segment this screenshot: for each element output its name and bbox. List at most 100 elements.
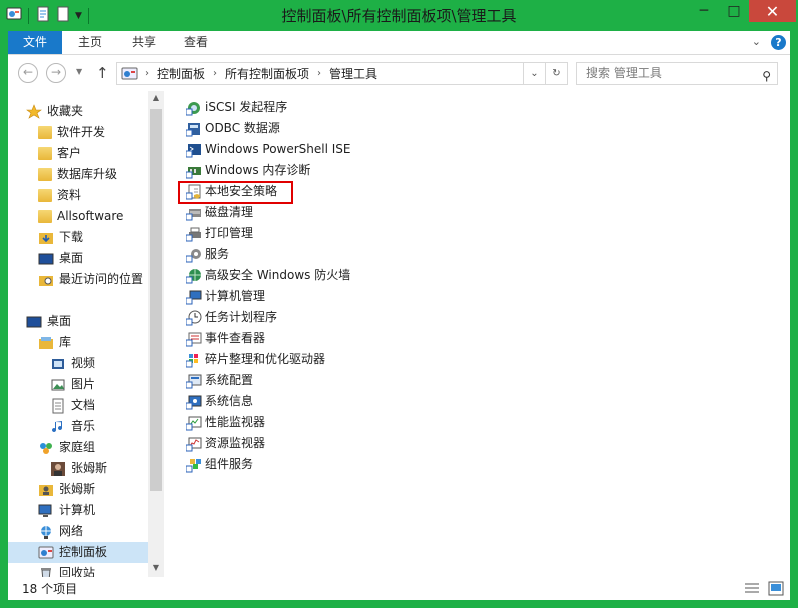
nav-tree-item[interactable]: 文档 bbox=[50, 395, 95, 416]
breadcrumb-arrow-icon[interactable]: › bbox=[141, 68, 153, 79]
defrag-shortcut-icon bbox=[185, 352, 202, 368]
nav-tree-item[interactable]: 家庭组 bbox=[38, 437, 95, 458]
status-bar: 18 个项目 bbox=[8, 577, 790, 600]
breadcrumb-admin-tools[interactable]: 管理工具 bbox=[325, 65, 381, 82]
list-item[interactable]: 打印管理 bbox=[185, 223, 253, 244]
highlight-box bbox=[178, 181, 293, 204]
scroll-up-arrow-icon[interactable]: ▲ bbox=[151, 93, 161, 102]
help-icon[interactable]: ? bbox=[771, 35, 786, 50]
scrollbar-thumb[interactable] bbox=[150, 109, 162, 491]
nav-tree-item[interactable]: 图片 bbox=[50, 374, 95, 395]
window-controls: ─ □ ✕ bbox=[689, 0, 796, 22]
recent-places-icon bbox=[38, 272, 54, 288]
list-item[interactable]: 系统配置 bbox=[185, 370, 254, 391]
large-icons-view-icon[interactable] bbox=[768, 581, 784, 596]
nav-favorite-item[interactable]: 客户 bbox=[38, 143, 81, 164]
nav-label: 收藏夹 bbox=[47, 104, 84, 118]
address-bar[interactable]: › 控制面板 › 所有控制面板项 › 管理工具 ⌄ ↻ bbox=[116, 62, 568, 85]
nav-desktop[interactable]: 桌面 bbox=[26, 311, 71, 332]
list-item[interactable]: 计算机管理 bbox=[185, 286, 265, 307]
item-label: 系统配置 bbox=[205, 373, 254, 387]
list-item[interactable]: 组件服务 bbox=[185, 454, 254, 475]
nav-tree-item[interactable]: 视频 bbox=[50, 353, 95, 374]
nav-label: 桌面 bbox=[59, 251, 84, 265]
list-item[interactable]: 性能监视器 bbox=[185, 412, 266, 433]
list-item[interactable]: Windows PowerShell ISE bbox=[185, 139, 351, 160]
nav-favorite-item[interactable]: 软件开发 bbox=[38, 122, 105, 143]
minimize-button[interactable]: ─ bbox=[689, 0, 719, 22]
item-label: 性能监视器 bbox=[205, 415, 266, 429]
address-bar-controls: ⌄ ↻ bbox=[523, 63, 567, 84]
nav-tree-item-selected[interactable]: 控制面板 bbox=[8, 542, 148, 563]
nav-favorite-item[interactable]: 最近访问的位置 bbox=[38, 269, 143, 290]
nav-favorite-item[interactable]: 资料 bbox=[38, 185, 81, 206]
tab-file[interactable]: 文件 bbox=[8, 31, 62, 54]
window-title: 控制面板\所有控制面板项\管理工具 bbox=[281, 7, 517, 25]
details-view-icon[interactable] bbox=[744, 581, 760, 596]
item-label: Windows PowerShell ISE bbox=[205, 142, 351, 156]
ribbon-right-controls: ⌄ ? bbox=[752, 35, 786, 50]
nav-tree-item[interactable]: 计算机 bbox=[38, 500, 95, 521]
expand-ribbon-chevron-icon[interactable]: ⌄ bbox=[752, 35, 761, 50]
nav-favorite-item[interactable]: 桌面 bbox=[38, 248, 83, 269]
nav-label: 数据库升级 bbox=[57, 167, 118, 181]
scroll-down-arrow-icon[interactable]: ▼ bbox=[151, 563, 161, 572]
list-item[interactable]: ODBC 数据源 bbox=[185, 118, 280, 139]
odbc-shortcut-icon bbox=[185, 121, 202, 137]
forward-button[interactable]: → bbox=[46, 63, 66, 83]
nav-favorites[interactable]: 收藏夹 bbox=[26, 101, 83, 122]
nav-tree-item[interactable]: 网络 bbox=[38, 521, 83, 542]
title-bar[interactable]: ▼ 控制面板\所有控制面板项\管理工具 ─ □ ✕ bbox=[0, 0, 798, 31]
list-item[interactable]: 事件查看器 bbox=[185, 328, 265, 349]
up-arrow-icon[interactable]: ↑ bbox=[96, 64, 109, 82]
nav-tree-item[interactable]: 张姆斯 bbox=[38, 479, 95, 500]
music-icon bbox=[50, 419, 66, 435]
list-item[interactable]: 资源监视器 bbox=[185, 433, 265, 454]
nav-tree-item[interactable]: 库 bbox=[38, 332, 71, 353]
list-item[interactable]: 任务计划程序 bbox=[185, 307, 278, 328]
list-item[interactable]: Windows 内存诊断 bbox=[185, 160, 310, 181]
list-item[interactable]: 高级安全 Windows 防火墙 bbox=[185, 265, 350, 286]
breadcrumb-arrow-icon[interactable]: › bbox=[209, 68, 221, 79]
tab-home[interactable]: 主页 bbox=[66, 31, 114, 54]
item-label: 磁盘清理 bbox=[205, 205, 254, 219]
folder-icon bbox=[38, 210, 52, 223]
recent-locations-chevron-icon[interactable]: ▼ bbox=[76, 67, 82, 76]
list-item[interactable]: 磁盘清理 bbox=[185, 202, 254, 223]
nav-tree-item[interactable]: 音乐 bbox=[50, 416, 95, 437]
close-button[interactable]: ✕ bbox=[749, 0, 796, 22]
tab-view[interactable]: 查看 bbox=[172, 31, 220, 54]
network-icon bbox=[38, 524, 54, 540]
video-icon bbox=[50, 356, 66, 372]
list-item[interactable]: 系统信息 bbox=[185, 391, 253, 412]
list-item[interactable]: 碎片整理和优化驱动器 bbox=[185, 349, 325, 370]
breadcrumb-all-items[interactable]: 所有控制面板项 bbox=[221, 65, 313, 82]
maximize-button[interactable]: □ bbox=[719, 0, 749, 22]
nav-label: 图片 bbox=[71, 377, 96, 391]
item-label: 组件服务 bbox=[205, 457, 254, 471]
search-placeholder: 搜索 管理工具 bbox=[586, 66, 662, 80]
nav-favorite-item[interactable]: 数据库升级 bbox=[38, 164, 117, 185]
nav-tree-item[interactable]: 张姆斯 bbox=[50, 458, 107, 479]
address-dropdown-chevron-icon[interactable]: ⌄ bbox=[523, 63, 545, 84]
list-item[interactable]: iSCSI 发起程序 bbox=[185, 97, 287, 118]
desktop-icon bbox=[26, 314, 42, 330]
powershell-shortcut-icon bbox=[185, 142, 202, 158]
tab-share[interactable]: 共享 bbox=[120, 31, 168, 54]
nav-scrollbar[interactable]: ▲ ▼ bbox=[148, 91, 164, 577]
nav-favorite-item[interactable]: Allsoftware bbox=[38, 206, 123, 227]
resource-monitor-shortcut-icon bbox=[185, 436, 202, 452]
breadcrumb-arrow-icon[interactable]: › bbox=[313, 68, 325, 79]
search-icon[interactable]: ⚲ bbox=[762, 66, 771, 87]
navigation-pane: 收藏夹 软件开发 客户 数据库升级 资料 Allsoftware 下载 桌面 最… bbox=[8, 91, 164, 581]
nav-favorite-item[interactable]: 下载 bbox=[38, 227, 83, 248]
breadcrumb-control-panel[interactable]: 控制面板 bbox=[153, 65, 209, 82]
refresh-icon[interactable]: ↻ bbox=[545, 63, 567, 84]
document-icon bbox=[50, 398, 66, 414]
nav-label: 文档 bbox=[71, 398, 96, 412]
desktop-icon bbox=[38, 251, 54, 267]
item-label: 任务计划程序 bbox=[205, 310, 278, 324]
back-button[interactable]: ← bbox=[18, 63, 38, 83]
search-input[interactable]: 搜索 管理工具 ⚲ bbox=[576, 62, 778, 85]
list-item[interactable]: 服务 bbox=[185, 244, 229, 265]
